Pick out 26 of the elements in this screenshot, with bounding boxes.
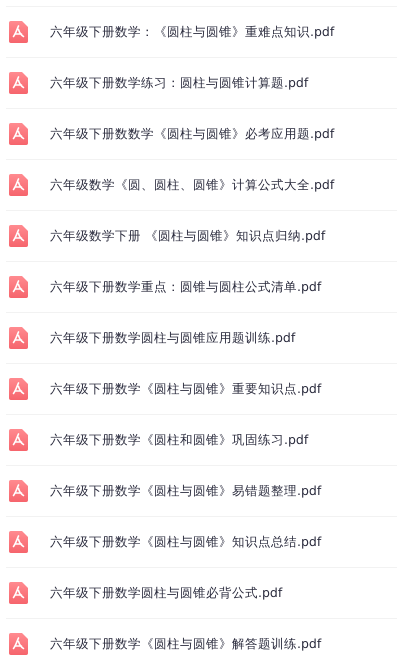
- pdf-file-icon: [9, 531, 28, 553]
- file-name[interactable]: 六年级下册数学《圆柱与圆锥》重要知识点.pdf: [50, 380, 322, 398]
- pdf-file-icon: [9, 72, 28, 94]
- pdf-file-icon: [9, 582, 28, 604]
- file-name[interactable]: 六年级下册数学《圆柱与圆锥》知识点总结.pdf: [50, 534, 322, 550]
- file-name[interactable]: 六年级数学下册 《圆柱与圆锥》知识点归纳.pdf: [50, 228, 326, 244]
- file-name[interactable]: 六年级下册数学：《圆柱与圆锥》重难点知识.pdf: [50, 24, 334, 40]
- pdf-file-icon: [9, 123, 28, 145]
- pdf-file-icon: [9, 327, 28, 349]
- file-name[interactable]: 六年级下册数学圆柱与圆锥应用题训练.pdf: [50, 330, 296, 346]
- file-name[interactable]: 六年级下册数学《圆柱与圆锥》解答题训练.pdf: [50, 636, 322, 652]
- pdf-file-icon: [9, 225, 28, 247]
- file-name[interactable]: 六年级下册数学练习：圆柱与圆锥计算题.pdf: [50, 74, 308, 92]
- file-name[interactable]: 六年级下册数学圆柱与圆锥必背公式.pdf: [50, 584, 282, 602]
- pdf-file-icon: [9, 174, 28, 196]
- file-name[interactable]: 六年级下册数学重点：圆锥与圆柱公式清单.pdf: [50, 278, 322, 296]
- file-name[interactable]: 六年级数学《圆、圆柱、圆锥》计算公式大全.pdf: [50, 176, 334, 194]
- file-name[interactable]: 六年级下册数数学《圆柱与圆锥》必考应用题.pdf: [50, 126, 334, 142]
- pdf-file-icon: [9, 378, 28, 400]
- pdf-file-icon: [9, 480, 28, 502]
- pdf-file-icon: [9, 429, 28, 451]
- file-name[interactable]: 六年级下册数学《圆柱与圆锥》易错题整理.pdf: [50, 482, 322, 500]
- pdf-file-icon: [9, 276, 28, 298]
- file-name[interactable]: 六年级下册数学《圆柱和圆锥》巩固练习.pdf: [50, 432, 308, 448]
- pdf-file-icon: [9, 21, 28, 43]
- pdf-file-icon: [9, 633, 28, 655]
